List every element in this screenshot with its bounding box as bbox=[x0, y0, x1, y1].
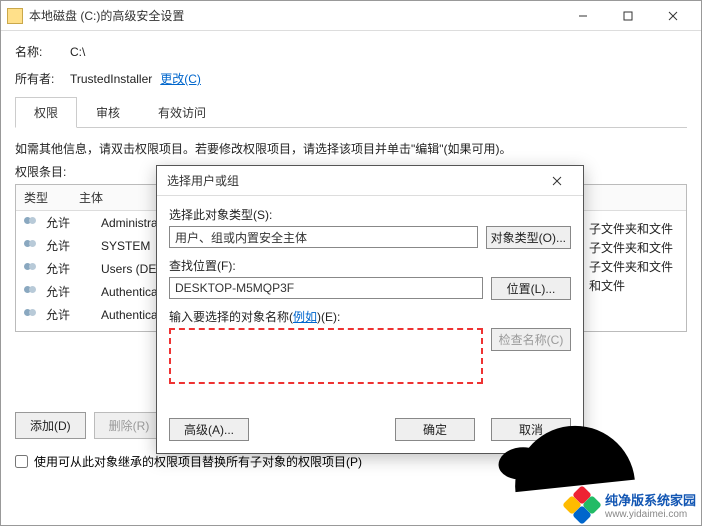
object-type-label: 选择此对象类型(S): bbox=[169, 206, 571, 223]
flower-logo-icon bbox=[565, 488, 599, 522]
users-icon bbox=[24, 286, 40, 298]
tab-permissions[interactable]: 权限 bbox=[15, 97, 77, 128]
locations-button[interactable]: 位置(L)... bbox=[491, 277, 571, 300]
col-type[interactable]: 类型 bbox=[16, 185, 71, 210]
folder-icon bbox=[7, 8, 23, 24]
owner-label: 所有者: bbox=[15, 70, 70, 87]
select-user-dialog: 选择用户或组 选择此对象类型(S): 对象类型(O)... 查找位置(F): 位… bbox=[156, 165, 584, 454]
close-button[interactable] bbox=[650, 2, 695, 30]
object-types-button[interactable]: 对象类型(O)... bbox=[486, 226, 571, 249]
dialog-titlebar: 选择用户或组 bbox=[157, 166, 583, 196]
users-icon bbox=[24, 217, 40, 229]
ok-button[interactable]: 确定 bbox=[395, 418, 475, 441]
name-label: 名称: bbox=[15, 43, 70, 60]
perm-col-text: 子文件夹和文件 bbox=[589, 258, 673, 275]
object-name-label: 输入要选择的对象名称(例如)(E): bbox=[169, 308, 571, 325]
change-owner-link[interactable]: 更改(C) bbox=[160, 70, 201, 87]
examples-link[interactable]: 例如 bbox=[293, 310, 317, 324]
watermark-url: www.yidaimei.com bbox=[605, 509, 696, 520]
perm-col-text: 和文件 bbox=[589, 277, 625, 294]
maximize-button[interactable] bbox=[605, 2, 650, 30]
tab-effective-access[interactable]: 有效访问 bbox=[139, 97, 225, 128]
watermark: 纯净版系统家园 www.yidaimei.com bbox=[565, 488, 696, 522]
perm-col-text: 子文件夹和文件 bbox=[589, 220, 673, 237]
tab-auditing[interactable]: 审核 bbox=[77, 97, 139, 128]
inherit-checkbox[interactable] bbox=[15, 455, 28, 468]
dialog-close-button[interactable] bbox=[537, 167, 577, 195]
inherit-label: 使用可从此对象继承的权限项目替换所有子对象的权限项目(P) bbox=[34, 453, 362, 470]
location-field bbox=[169, 277, 483, 299]
minimize-button[interactable] bbox=[560, 2, 605, 30]
object-name-input[interactable] bbox=[169, 328, 483, 384]
advanced-button[interactable]: 高级(A)... bbox=[169, 418, 249, 441]
window-controls bbox=[560, 2, 695, 30]
users-icon bbox=[24, 263, 40, 275]
remove-button[interactable]: 删除(R) bbox=[94, 412, 165, 439]
users-icon bbox=[24, 309, 40, 321]
tab-strip: 权限 审核 有效访问 bbox=[15, 97, 687, 128]
titlebar: 本地磁盘 (C:)的高级安全设置 bbox=[1, 1, 701, 31]
dialog-footer: 高级(A)... 确定 取消 bbox=[157, 406, 583, 453]
dialog-title: 选择用户或组 bbox=[163, 172, 537, 189]
users-icon bbox=[24, 240, 40, 252]
check-names-button[interactable]: 检查名称(C) bbox=[491, 328, 571, 351]
object-type-field bbox=[169, 226, 478, 248]
perm-col-text: 子文件夹和文件 bbox=[589, 239, 673, 256]
dialog-body: 选择此对象类型(S): 对象类型(O)... 查找位置(F): 位置(L)...… bbox=[157, 196, 583, 406]
name-value: C:\ bbox=[70, 45, 85, 59]
add-button[interactable]: 添加(D) bbox=[15, 412, 86, 439]
location-label: 查找位置(F): bbox=[169, 257, 571, 274]
hint-text: 如需其他信息，请双击权限项目。若要修改权限项目，请选择该项目并单击"编辑"(如果… bbox=[15, 140, 687, 157]
watermark-brand: 纯净版系统家园 bbox=[605, 490, 696, 509]
owner-value: TrustedInstaller bbox=[70, 72, 152, 86]
window-title: 本地磁盘 (C:)的高级安全设置 bbox=[29, 7, 560, 24]
